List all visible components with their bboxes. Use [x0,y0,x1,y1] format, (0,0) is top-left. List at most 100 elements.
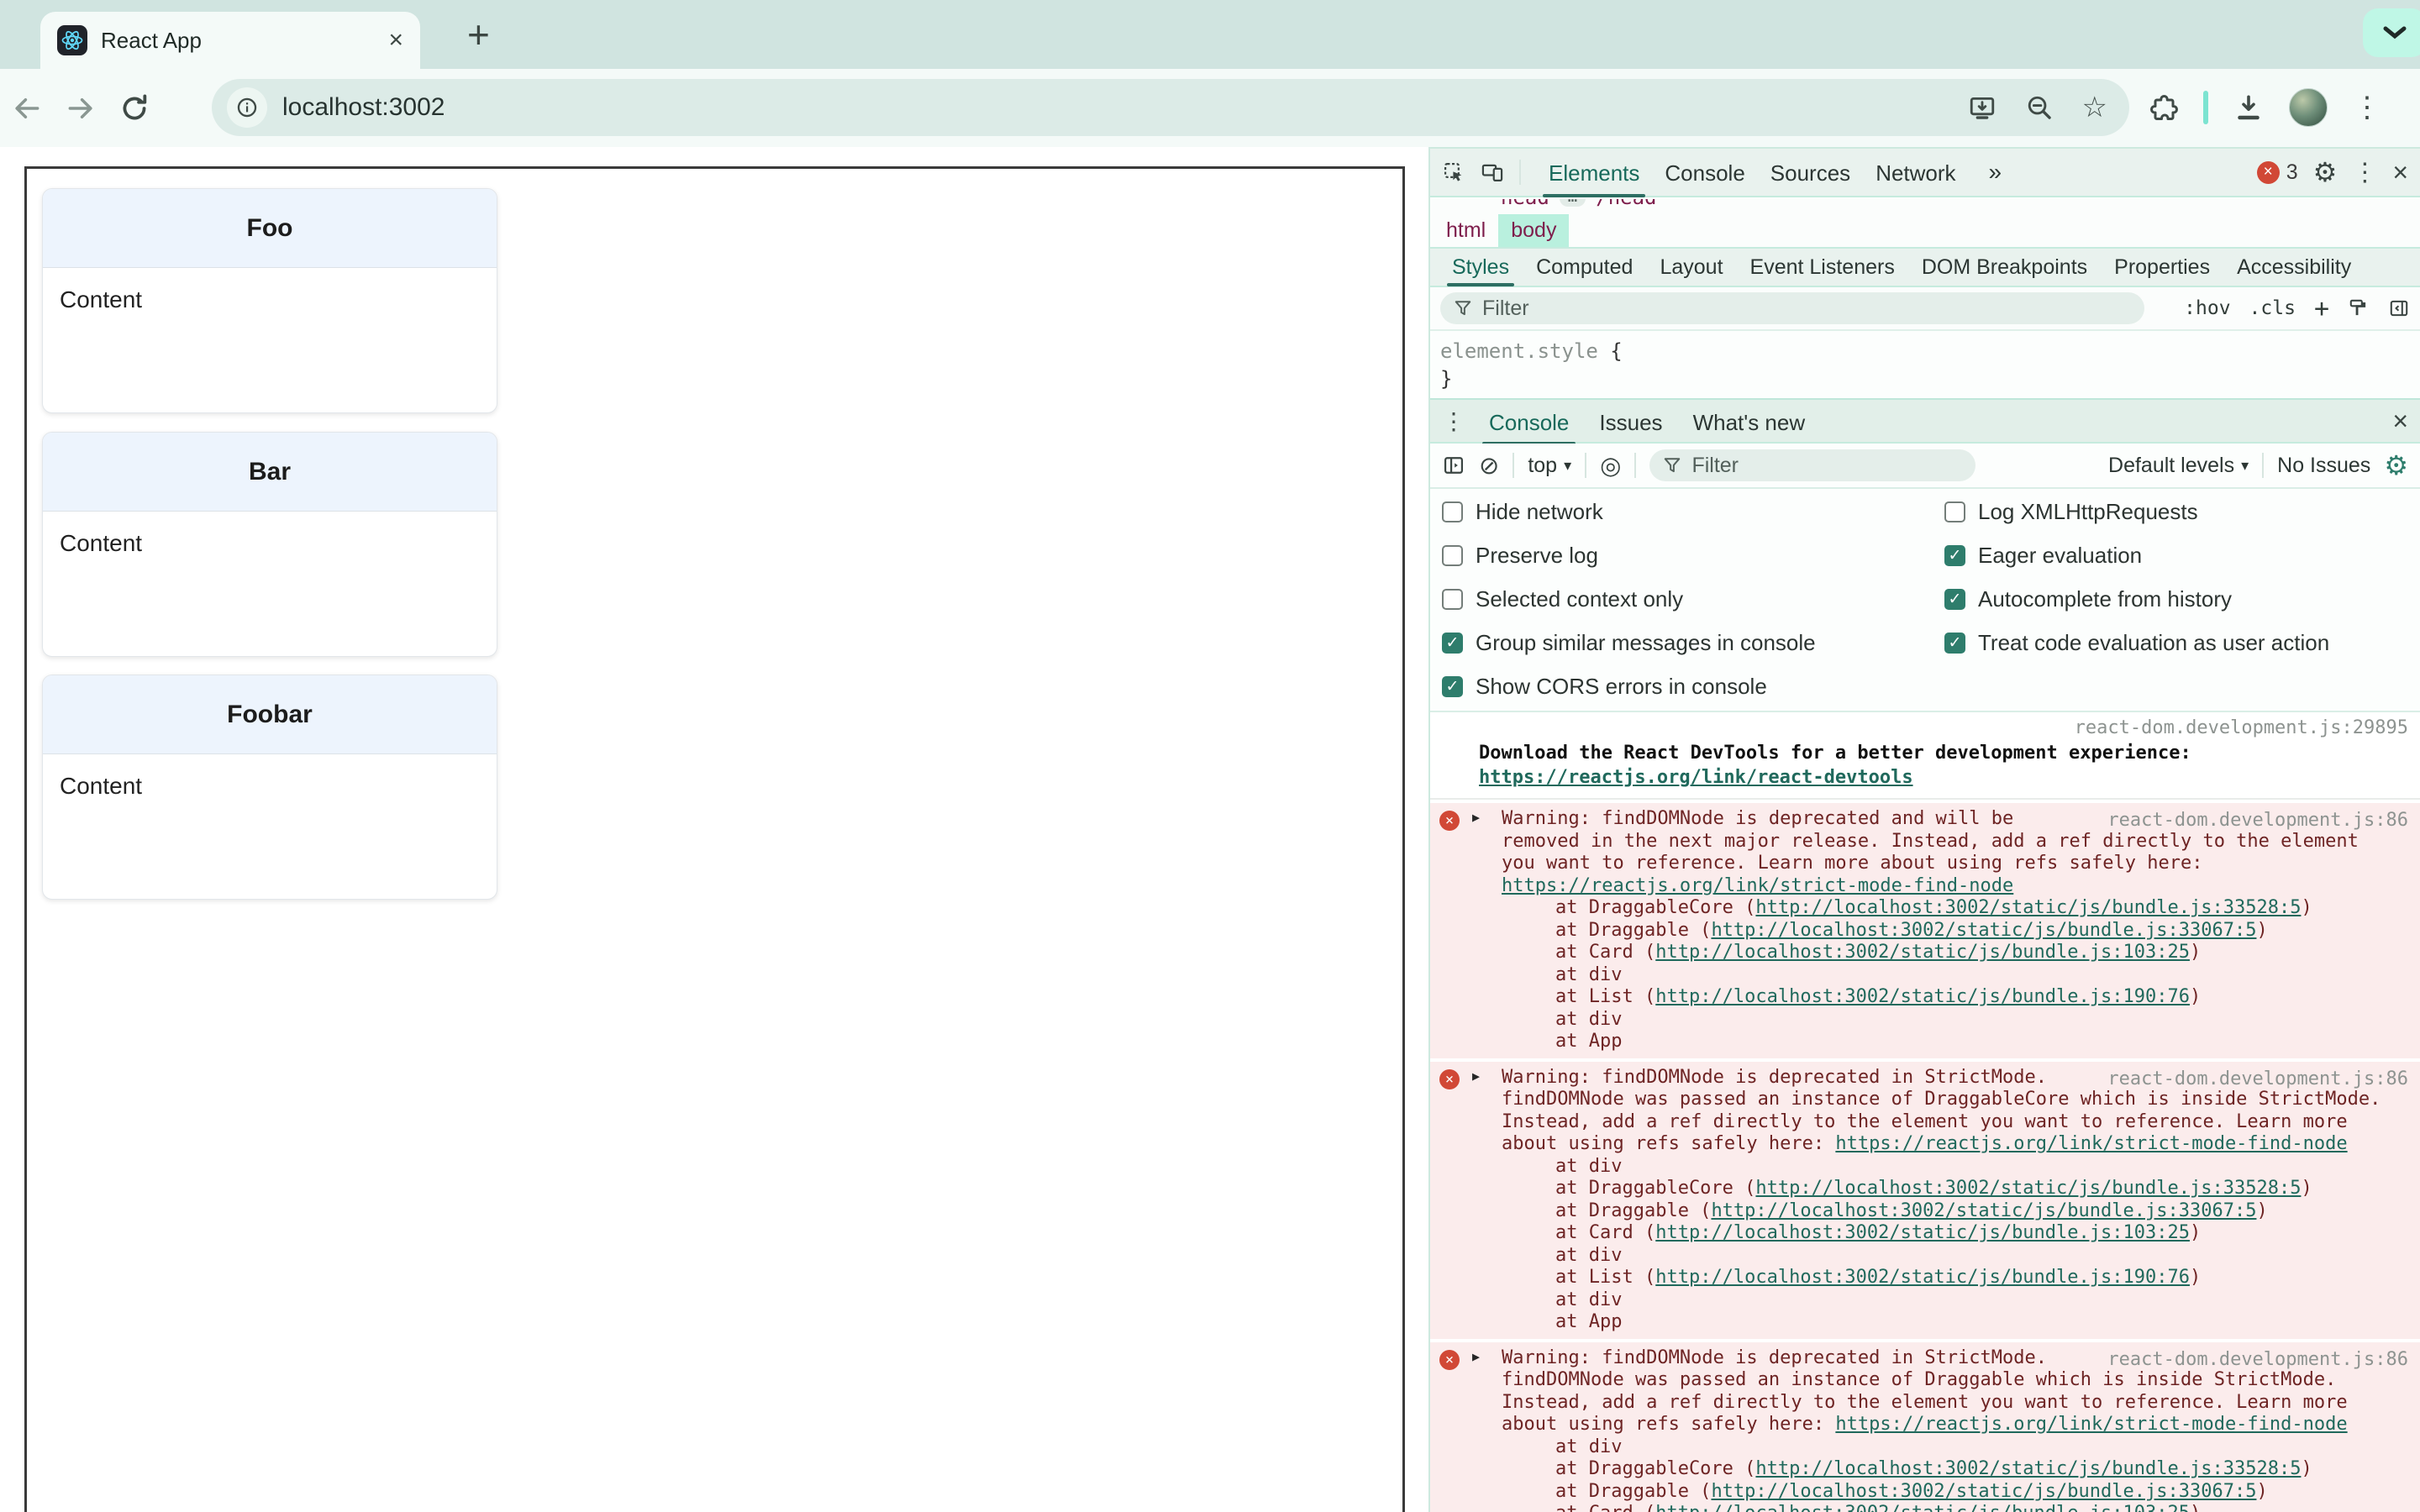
console-setting-hide-network[interactable]: Hide network [1442,499,1816,524]
clear-console-icon[interactable]: ⊘ [1479,451,1499,480]
url-text[interactable]: localhost:3002 [282,93,1968,122]
reload-button[interactable] [108,92,161,124]
devtools-tab-sources[interactable]: Sources [1758,149,1863,197]
dock-sidebar-icon[interactable] [2388,297,2410,319]
console-link[interactable]: http://localhost:3002/static/js/bundle.j… [1755,1458,2301,1479]
toggle-hover-state-button[interactable]: :hov [2184,297,2230,319]
new-style-rule-button[interactable]: + [2314,294,2329,323]
forward-button[interactable] [54,92,108,124]
breadcrumb-item-html[interactable]: html [1434,214,1498,247]
devtools-tab-elements[interactable]: Elements [1536,149,1652,197]
url-bar[interactable]: localhost:3002 ☆ [212,79,2129,136]
tab-close-icon[interactable]: × [388,28,403,53]
browser-tab[interactable]: React App × [40,12,420,69]
console-link[interactable]: https://reactjs.org/link/strict-mode-fin… [1502,875,2013,896]
console-filter-input[interactable]: Filter [1649,449,1976,481]
checkbox-checked-icon[interactable]: ✓ [1442,632,1463,654]
subtab-layout[interactable]: Layout [1646,248,1736,286]
console-link[interactable]: http://localhost:3002/static/js/bundle.j… [1655,986,2190,1007]
console-link[interactable]: http://localhost:3002/static/js/bundle.j… [1755,1178,2301,1199]
context-selector[interactable]: top ▾ [1528,454,1571,478]
checkbox-checked-icon[interactable]: ✓ [1944,588,1965,610]
styles-filter-input[interactable]: Filter [1440,292,2144,324]
device-toolbar-icon[interactable] [1481,160,1504,184]
drawer-close-icon[interactable]: × [2392,406,2408,437]
subtab-event-listeners[interactable]: Event Listeners [1737,248,1908,286]
console-link[interactable]: https://reactjs.org/link/strict-mode-fin… [1835,1414,2347,1435]
profile-avatar[interactable] [2289,88,2328,127]
issues-counter[interactable]: No Issues [2277,454,2370,478]
expand-triangle-icon[interactable]: ▶ [1472,1068,1480,1084]
console-setting-autocomplete-from-history[interactable]: ✓ Autocomplete from history [1944,586,2329,612]
devtools-close-icon[interactable]: × [2392,157,2408,188]
subtab-styles[interactable]: Styles [1439,248,1523,286]
error-count-badge[interactable]: × 3 [2256,160,2298,185]
console-link[interactable]: https://reactjs.org/link/react-devtools [1479,767,1913,788]
checkbox-unchecked-icon[interactable] [1442,544,1463,566]
subtab-dom-breakpoints[interactable]: DOM Breakpoints [1908,248,2101,286]
drawer-tab-console[interactable]: Console [1474,400,1584,445]
console-setting-eager-evaluation[interactable]: ✓ Eager evaluation [1944,543,2329,568]
subtab-computed[interactable]: Computed [1523,248,1646,286]
site-info-icon[interactable] [227,87,267,128]
subtab-properties[interactable]: Properties [2101,248,2223,286]
window-chevron-button[interactable] [2363,8,2420,57]
source-location-link[interactable]: react-dom.development.js:86 [2107,810,2408,831]
subtab-accessibility[interactable]: Accessibility [2223,248,2365,286]
console-link[interactable]: http://localhost:3002/static/js/bundle.j… [1711,1200,2256,1221]
bookmark-star-icon[interactable]: ☆ [2082,91,2107,124]
toggle-classes-button[interactable]: .cls [2249,297,2296,319]
console-setting-log-xmlhttprequests[interactable]: Log XMLHttpRequests [1944,499,2329,524]
devtools-tab-console[interactable]: Console [1652,149,1757,197]
console-setting-group-similar-messages-in-console[interactable]: ✓ Group similar messages in console [1442,630,1816,655]
devtools-menu-icon[interactable]: ⋮ [2352,158,2377,187]
source-location-link[interactable]: react-dom.development.js:29895 [2075,717,2408,738]
zoom-out-icon[interactable] [2025,93,2054,122]
checkbox-unchecked-icon[interactable] [1442,501,1463,522]
source-location-link[interactable]: react-dom.development.js:86 [2107,1068,2408,1089]
devtools-tab-network[interactable]: Network [1863,149,1968,197]
source-location-link[interactable]: react-dom.development.js:86 [2107,1349,2408,1370]
downloads-icon[interactable] [2233,92,2264,123]
expand-triangle-icon[interactable]: ▶ [1472,810,1480,825]
console-link[interactable]: http://localhost:3002/static/js/bundle.j… [1655,1222,2190,1243]
drawer-tab-issues[interactable]: Issues [1584,400,1677,445]
console-setting-treat-code-evaluation-as-user-action[interactable]: ✓ Treat code evaluation as user action [1944,630,2329,655]
console-link[interactable]: http://localhost:3002/static/js/bundle.j… [1711,1481,2256,1502]
browser-menu-icon[interactable]: ⋮ [2353,91,2381,124]
dom-ellipsis-pill[interactable]: … [1559,199,1586,207]
element-style-block[interactable]: element.style { } [1430,331,2420,398]
console-link[interactable]: http://localhost:3002/static/js/bundle.j… [1755,897,2301,918]
checkbox-unchecked-icon[interactable] [1944,501,1965,522]
extensions-puzzle-icon[interactable] [2148,92,2178,123]
breadcrumb-item-body[interactable]: body [1498,214,1570,247]
devtools-settings-icon[interactable]: ⚙ [2313,156,2338,188]
more-tabs-icon[interactable]: » [1984,159,2007,186]
console-setting-show-cors-errors-in-console[interactable]: ✓ Show CORS errors in console [1442,674,1816,699]
console-settings-icon[interactable]: ⚙ [2384,449,2408,481]
checkbox-checked-icon[interactable]: ✓ [1442,675,1463,697]
inspect-element-icon[interactable] [1442,160,1465,184]
console-link[interactable]: http://localhost:3002/static/js/bundle.j… [1655,942,2190,963]
live-expression-eye-icon[interactable]: ◎ [1600,451,1621,480]
card-foobar[interactable]: Foobar Content [42,675,497,900]
console-sidebar-icon[interactable] [1442,454,1465,477]
console-link[interactable]: https://reactjs.org/link/strict-mode-fin… [1835,1133,2347,1154]
console-link[interactable]: http://localhost:3002/static/js/bundle.j… [1655,1503,2190,1512]
dom-tree-partial-row[interactable]: head … /head [1430,199,2420,214]
console-setting-selected-context-only[interactable]: Selected context only [1442,586,1816,612]
checkbox-checked-icon[interactable]: ✓ [1944,632,1965,654]
log-levels-dropdown[interactable]: Default levels ▾ [2108,454,2249,478]
console-link[interactable]: http://localhost:3002/static/js/bundle.j… [1711,920,2256,941]
back-button[interactable] [0,92,54,124]
card-foo[interactable]: Foo Content [42,188,497,413]
drawer-tab-what-s-new[interactable]: What's new [1678,400,1821,445]
checkbox-checked-icon[interactable]: ✓ [1944,544,1965,566]
checkbox-unchecked-icon[interactable] [1442,588,1463,610]
expand-triangle-icon[interactable]: ▶ [1472,1349,1480,1364]
console-setting-preserve-log[interactable]: Preserve log [1442,543,1816,568]
rendering-paint-icon[interactable] [2348,297,2370,319]
console-link[interactable]: http://localhost:3002/static/js/bundle.j… [1655,1267,2190,1288]
new-tab-button[interactable]: + [467,12,490,57]
install-screencast-icon[interactable] [1968,93,1996,122]
